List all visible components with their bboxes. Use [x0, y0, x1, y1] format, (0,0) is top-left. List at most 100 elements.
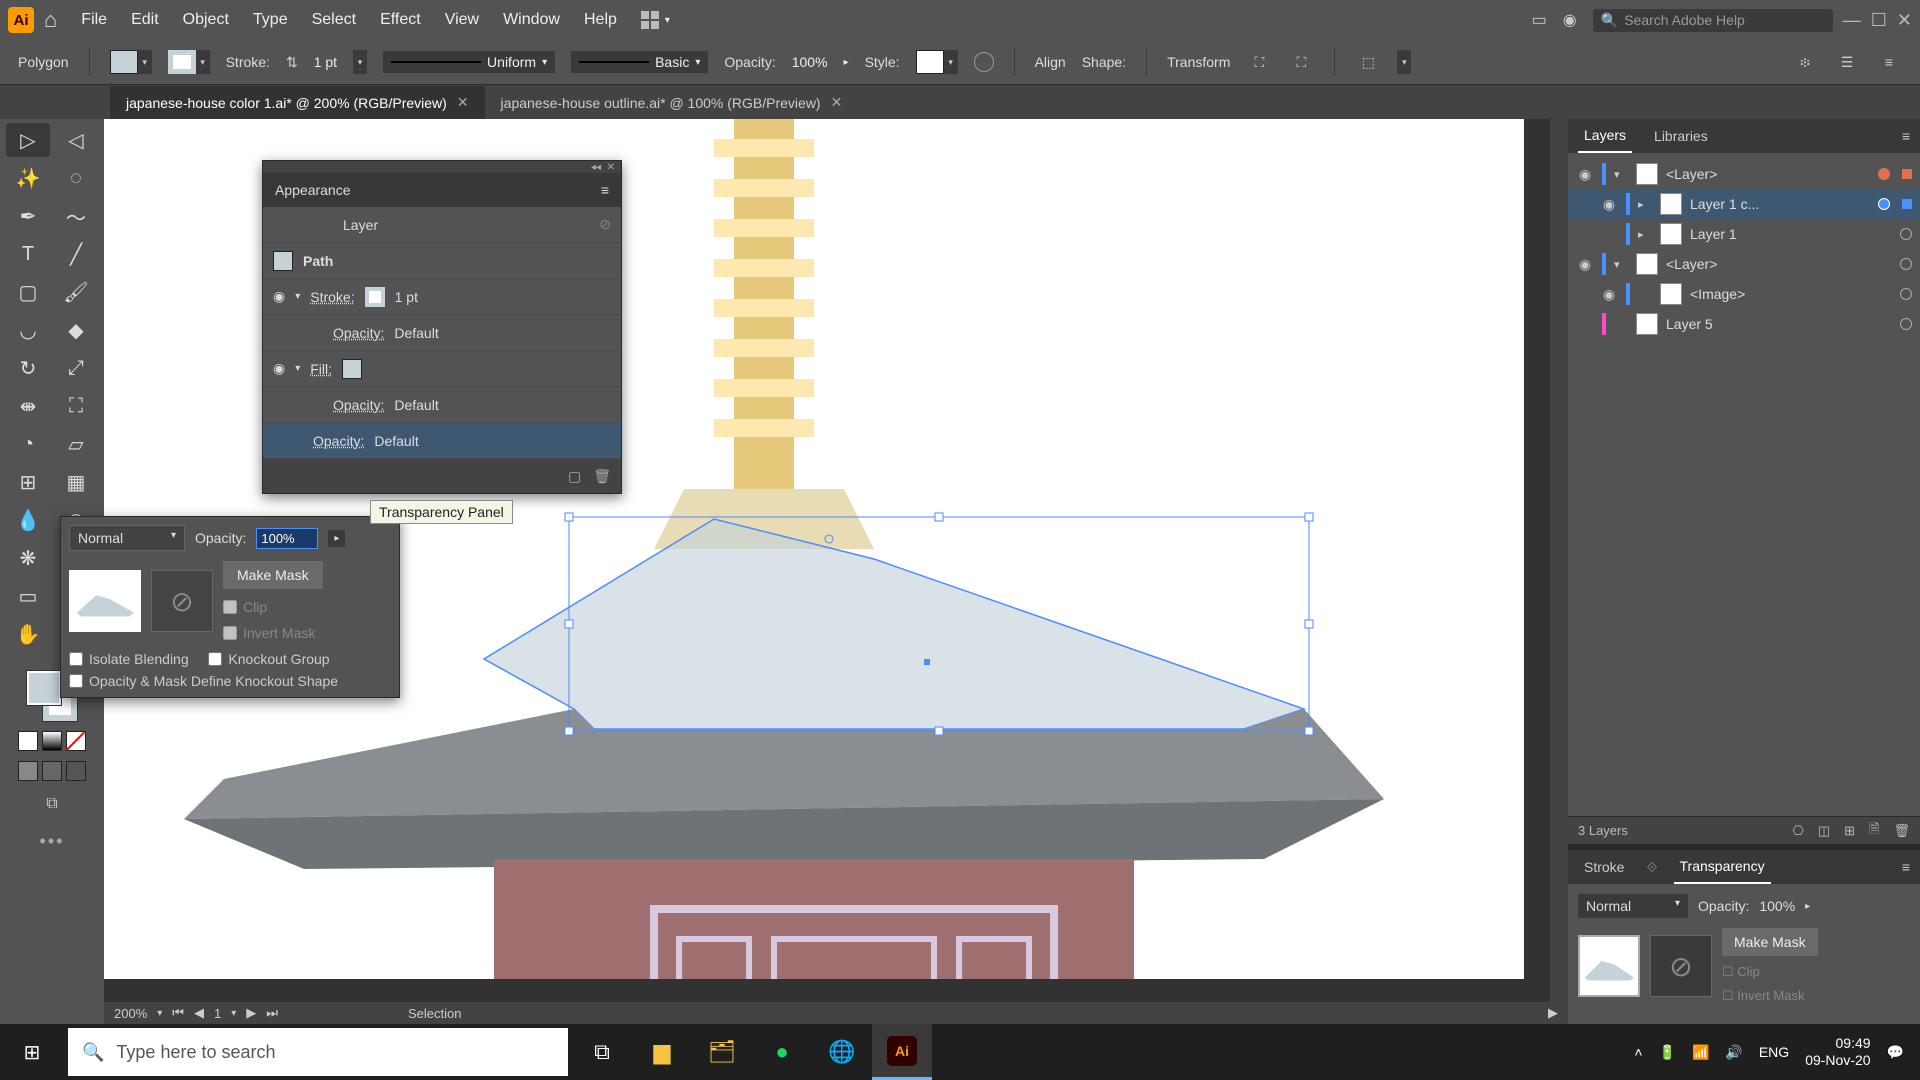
- menu-effect[interactable]: Effect: [380, 11, 421, 29]
- menu-select[interactable]: Select: [312, 11, 356, 29]
- opacity-arrow-icon[interactable]: ▸: [328, 530, 345, 547]
- screen-mode-icon[interactable]: ⧉: [0, 795, 104, 813]
- edit-toolbar-icon[interactable]: •••: [0, 831, 104, 852]
- close-icon[interactable]: ✕: [607, 162, 615, 173]
- clock[interactable]: 09:49 09-Nov-20: [1805, 1035, 1870, 1069]
- scale-tool[interactable]: ⤢: [54, 351, 98, 385]
- last-artboard-icon[interactable]: ⏭: [266, 1005, 278, 1021]
- tray-chevron-icon[interactable]: ˄: [1634, 1044, 1642, 1060]
- twisty-icon[interactable]: ▾: [295, 291, 300, 302]
- mesh-tool[interactable]: ⊞: [6, 465, 50, 499]
- fill-dropdown[interactable]: ▾: [138, 50, 152, 74]
- visibility-icon[interactable]: ◉: [1576, 256, 1594, 273]
- panel-toggle-2-icon[interactable]: ☰: [1834, 49, 1860, 75]
- opacity-label[interactable]: Opacity:: [333, 325, 384, 341]
- target-icon[interactable]: [1900, 318, 1912, 330]
- paintbrush-tool[interactable]: 🖌: [54, 275, 98, 309]
- direct-selection-tool[interactable]: ◁: [54, 123, 98, 157]
- fill-label[interactable]: Fill:: [310, 361, 332, 377]
- visibility-icon[interactable]: ◉: [1600, 196, 1618, 213]
- panel-menu-icon[interactable]: ≡: [1902, 859, 1910, 875]
- tab-transparency[interactable]: Transparency: [1674, 850, 1771, 884]
- gradient-tool[interactable]: ▦: [54, 465, 98, 499]
- stroke-swatch[interactable]: [365, 287, 385, 307]
- shape-btn-label[interactable]: Shape:: [1082, 54, 1126, 70]
- opacity-value[interactable]: 100%: [792, 54, 828, 70]
- rectangle-tool[interactable]: ▢: [6, 275, 50, 309]
- rotate-tool[interactable]: ↻: [6, 351, 50, 385]
- notifications-icon[interactable]: 💬: [1887, 1044, 1904, 1061]
- perspective-tool[interactable]: ▱: [54, 427, 98, 461]
- eyedropper-tool[interactable]: 💧: [6, 503, 50, 537]
- draw-behind-icon[interactable]: [42, 761, 62, 781]
- new-layer-icon[interactable]: 🗎: [1869, 820, 1879, 842]
- artboard-number[interactable]: 1: [214, 1006, 221, 1021]
- align-pixel-dropdown[interactable]: ▾: [1397, 50, 1411, 74]
- fill-swatch[interactable]: [110, 50, 138, 74]
- shaper-tool[interactable]: ◡: [6, 313, 50, 347]
- layer-row[interactable]: Layer 5: [1568, 309, 1920, 339]
- visibility-icon[interactable]: ◉: [273, 360, 285, 377]
- artboard-dropdown[interactable]: ▾: [231, 1008, 236, 1019]
- opacity-label[interactable]: Opacity:: [313, 433, 364, 449]
- mask-thumb[interactable]: ⊘: [151, 570, 213, 632]
- new-sublayer-icon[interactable]: ⊞: [1844, 823, 1855, 839]
- zoom-value[interactable]: 200%: [114, 1006, 147, 1021]
- chrome-icon[interactable]: 🌐: [812, 1024, 872, 1080]
- task-view-icon[interactable]: ⧉: [572, 1024, 632, 1080]
- locate-icon[interactable]: ⎔: [1792, 823, 1803, 839]
- brush-def[interactable]: Basic▾: [571, 51, 708, 73]
- layer-link-icon[interactable]: ⊘: [599, 216, 611, 233]
- taskbar-search[interactable]: 🔍 Type here to search: [68, 1028, 568, 1076]
- menu-view[interactable]: View: [445, 11, 479, 29]
- visibility-icon[interactable]: ◉: [1576, 166, 1594, 183]
- style-dropdown[interactable]: ▾: [944, 50, 958, 74]
- file-explorer-icon[interactable]: 🗂: [692, 1024, 752, 1080]
- gradient-mode-icon[interactable]: [42, 731, 62, 751]
- target-icon[interactable]: [1878, 168, 1890, 180]
- menu-file[interactable]: File: [81, 11, 107, 29]
- layer-row[interactable]: ◉ ▾ <Layer>: [1568, 159, 1920, 189]
- recolor-icon[interactable]: [974, 52, 994, 72]
- stroke-weight-value[interactable]: 1 pt: [314, 54, 337, 70]
- sticky-notes-icon[interactable]: ▆: [632, 1024, 692, 1080]
- layer-row[interactable]: ◉ <Image>: [1568, 279, 1920, 309]
- close-icon[interactable]: ✕: [457, 94, 469, 111]
- tab-stroke[interactable]: Stroke: [1578, 851, 1630, 883]
- artboard-tool[interactable]: ▭: [6, 579, 50, 613]
- target-icon[interactable]: [1900, 288, 1912, 300]
- panel-menu-icon[interactable]: ≡: [1902, 128, 1910, 144]
- target-icon[interactable]: [1900, 228, 1912, 240]
- prev-artboard-icon[interactable]: ◀: [194, 1005, 204, 1021]
- group-icon[interactable]: ⛶: [1288, 49, 1314, 75]
- delete-icon[interactable]: 🗑: [1893, 823, 1910, 839]
- visibility-icon[interactable]: ◉: [273, 288, 285, 305]
- blend-mode-select[interactable]: Normal▾: [1578, 894, 1688, 918]
- align-label[interactable]: Align: [1035, 54, 1066, 70]
- menu-edit[interactable]: Edit: [131, 11, 159, 29]
- tab-layers[interactable]: Layers: [1578, 119, 1632, 153]
- twisty-icon[interactable]: ▾: [295, 363, 300, 374]
- transp-thumb[interactable]: [69, 570, 141, 632]
- scrollbar-vertical[interactable]: [1550, 119, 1568, 1024]
- opacity-label[interactable]: Opacity:: [333, 397, 384, 413]
- play-icon[interactable]: ▶: [1548, 1005, 1558, 1021]
- clip-mask-icon[interactable]: ◫: [1818, 823, 1830, 839]
- menu-window[interactable]: Window: [503, 11, 560, 29]
- hand-tool[interactable]: ✋: [6, 617, 50, 651]
- draw-inside-icon[interactable]: [66, 761, 86, 781]
- twisty-icon[interactable]: ▾: [1614, 168, 1628, 181]
- close-button[interactable]: ✕: [1897, 10, 1912, 31]
- start-button[interactable]: ⊞: [0, 1024, 64, 1080]
- style-swatch[interactable]: [916, 50, 944, 74]
- wifi-icon[interactable]: 📶: [1692, 1044, 1709, 1061]
- pen-tool[interactable]: ✒: [6, 199, 50, 233]
- zoom-dropdown[interactable]: ▾: [157, 1008, 162, 1019]
- lasso-tool[interactable]: ◌: [54, 161, 98, 195]
- none-mode-icon[interactable]: [66, 731, 86, 751]
- twisty-icon[interactable]: ▸: [1638, 198, 1652, 211]
- twisty-icon[interactable]: ▸: [1638, 228, 1652, 241]
- stroke-label[interactable]: Stroke:: [310, 289, 354, 305]
- search-help[interactable]: 🔍 Search Adobe Help: [1593, 9, 1833, 32]
- invert-checkbox[interactable]: ☐ Invert Mask: [1722, 988, 1818, 1004]
